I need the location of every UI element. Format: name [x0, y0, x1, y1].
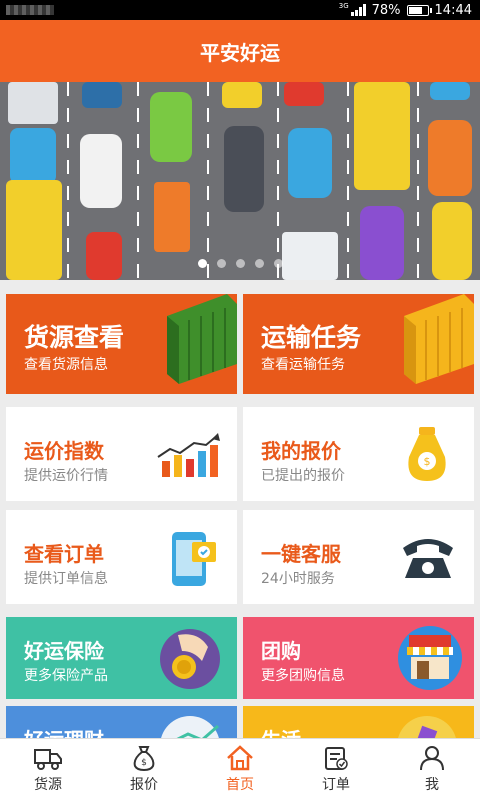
battery-percent: 78%: [371, 2, 401, 18]
tab-label: 首页: [226, 777, 254, 793]
life-icon: [398, 716, 456, 738]
money-bag-icon: $: [408, 427, 446, 481]
tab-dingdan[interactable]: 订单: [288, 739, 384, 800]
tile-licai[interactable]: 好运理财: [6, 706, 237, 738]
tile-baoxian[interactable]: 好运保险 更多保险产品: [6, 617, 237, 699]
tile-dingdan[interactable]: 查看订单 提供订单信息: [6, 510, 237, 604]
bar-chart-icon: [157, 433, 220, 477]
tab-home[interactable]: 首页: [192, 739, 288, 800]
tile-yunjia[interactable]: 运价指数 提供运价行情: [6, 407, 237, 501]
carousel-indicator[interactable]: [0, 259, 480, 268]
tab-me[interactable]: 我: [384, 739, 480, 800]
tile-shenghuo[interactable]: 生活: [243, 706, 474, 738]
tab-huoyuan[interactable]: 货源: [0, 739, 96, 800]
page-title: 平安好运: [200, 40, 280, 65]
money-bag-icon: $: [133, 746, 155, 771]
bottom-tab-bar: 货源 $ 报价 首页 订单 我: [0, 738, 480, 800]
tile-tuangou[interactable]: 团购 更多团购信息: [243, 617, 474, 699]
tile-subtitle: 更多团购信息: [261, 668, 345, 684]
home-icon: [227, 745, 253, 771]
signal-icon: [350, 4, 366, 16]
tile-title: 生活: [261, 724, 301, 738]
banner-carousel[interactable]: [0, 82, 480, 280]
tile-title: 团购: [261, 639, 301, 663]
svg-text:$: $: [424, 455, 431, 468]
battery-icon: [406, 4, 432, 16]
svg-text:$: $: [141, 758, 147, 768]
container-icon: [167, 294, 237, 384]
tile-subtitle: 24小时服务: [261, 571, 335, 587]
traffic-illustration: [0, 82, 480, 280]
tile-title: 一键客服: [261, 542, 341, 566]
carousel-dot[interactable]: [273, 259, 283, 268]
user-icon: [420, 746, 444, 771]
tab-label: 报价: [130, 777, 158, 793]
tile-huoyuan[interactable]: 货源查看 查看货源信息: [6, 294, 237, 394]
tab-label: 我: [425, 777, 439, 793]
truck-icon: [34, 749, 62, 770]
tile-title: 我的报价: [261, 439, 341, 463]
tab-label: 订单: [322, 777, 350, 793]
phone-order-icon: [172, 532, 216, 586]
network-type: 3G: [338, 2, 349, 10]
tile-title: 货源查看: [24, 323, 125, 352]
tab-baojia[interactable]: $ 报价: [96, 739, 192, 800]
tile-title: 运价指数: [24, 439, 104, 463]
store-icon: [398, 626, 462, 690]
carrier-text: [6, 5, 54, 15]
tile-kefu[interactable]: 一键客服 24小时服务: [243, 510, 474, 604]
finance-icon: [161, 716, 219, 738]
telephone-icon: [403, 539, 453, 578]
carousel-dot[interactable]: [197, 259, 207, 268]
carousel-dot[interactable]: [235, 259, 245, 268]
tile-subtitle: 提供订单信息: [24, 571, 108, 587]
tile-yunshu[interactable]: 运输任务 查看运输任务: [243, 294, 474, 394]
carousel-dot[interactable]: [254, 259, 264, 268]
order-icon: [325, 747, 348, 770]
tab-label: 货源: [34, 777, 62, 793]
tile-subtitle: 更多保险产品: [24, 668, 108, 684]
tile-title: 好运理财: [24, 724, 104, 738]
tile-subtitle: 查看货源信息: [24, 357, 108, 373]
coin-hand-icon: [160, 629, 220, 689]
tile-baojia[interactable]: 我的报价 已提出的报价 $: [243, 407, 474, 501]
status-bar: 3G 78% 14:44: [0, 0, 480, 20]
tile-title: 好运保险: [24, 639, 104, 663]
tile-title: 查看订单: [24, 542, 104, 566]
app-title-bar: 平安好运: [0, 20, 480, 82]
carousel-dot[interactable]: [216, 259, 226, 268]
container-icon: [404, 294, 474, 384]
tile-subtitle: 提供运价行情: [24, 468, 108, 484]
tile-subtitle: 已提出的报价: [261, 468, 345, 484]
clock: 14:44: [434, 2, 472, 18]
tile-title: 运输任务: [261, 323, 362, 352]
tile-subtitle: 查看运输任务: [261, 357, 345, 373]
